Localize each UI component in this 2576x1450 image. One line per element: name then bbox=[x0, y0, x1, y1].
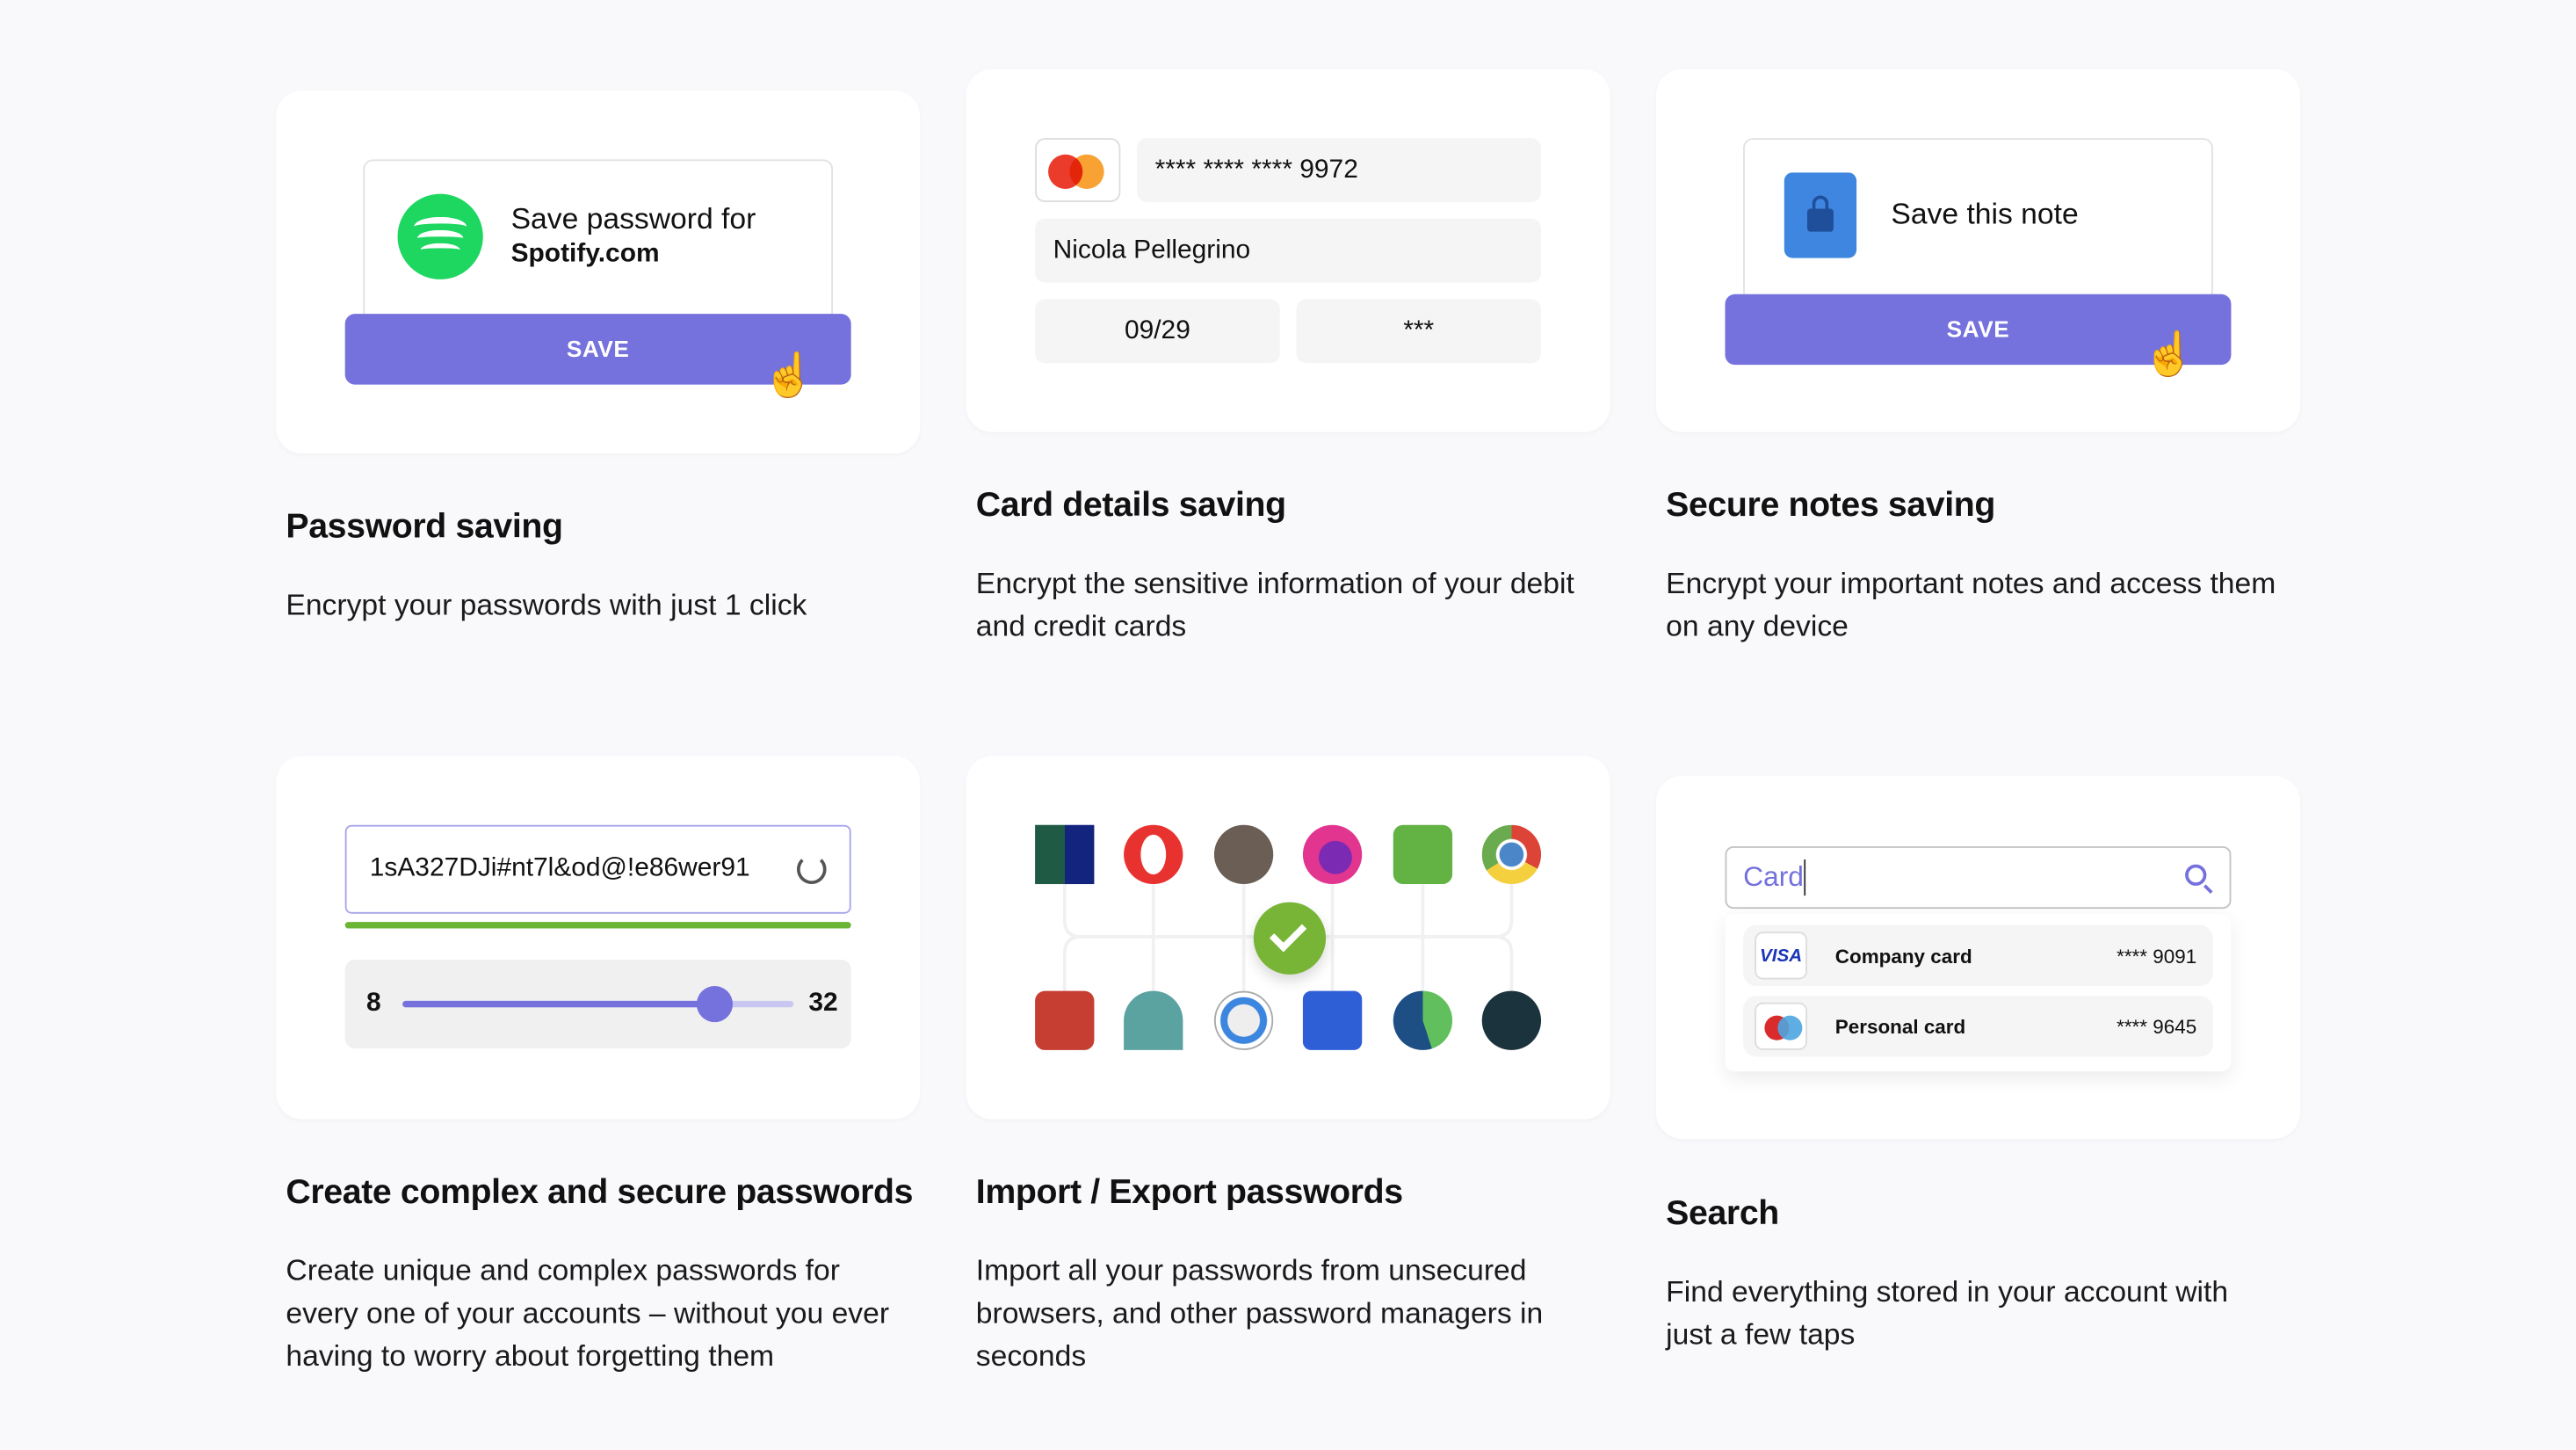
search-input[interactable]: Card bbox=[1725, 846, 2232, 910]
cvv-field[interactable]: *** bbox=[1296, 299, 1542, 364]
search-description: Find everything stored in your account w… bbox=[1666, 1275, 2229, 1352]
mastercard-icon bbox=[1035, 138, 1121, 203]
chrome-icon bbox=[1481, 824, 1542, 885]
edge-icon bbox=[1393, 990, 1453, 1050]
search-icon[interactable] bbox=[2185, 864, 2207, 886]
hand-cursor-icon: ☝ bbox=[762, 350, 816, 400]
notebook-lock-icon bbox=[1784, 172, 1857, 258]
visa-icon: VISA bbox=[1755, 932, 1807, 980]
opera-icon bbox=[1124, 824, 1183, 885]
save-note-popup: Save this note bbox=[1743, 138, 2213, 303]
card-number-field[interactable]: **** **** **** 9972 bbox=[1137, 138, 1542, 203]
generator-description: Create unique and complex passwords for … bbox=[286, 1253, 890, 1373]
cardholder-field[interactable]: Nicola Pellegrino bbox=[1035, 218, 1542, 283]
dashlane-icon bbox=[1035, 824, 1095, 885]
import-export-description: Import all your passwords from unsecured… bbox=[975, 1253, 1544, 1373]
firefox-icon bbox=[1302, 824, 1363, 885]
card-saving-title: Card details saving bbox=[975, 486, 1286, 525]
roboform-icon bbox=[1393, 824, 1453, 885]
import-export-card bbox=[966, 756, 1610, 1120]
notes-saving-description: Encrypt your important notes and access … bbox=[1666, 567, 2276, 643]
length-slider[interactable] bbox=[402, 986, 794, 1023]
card-saving-description: Encrypt the sensitive information of you… bbox=[975, 567, 1574, 643]
save-prompt: Save password for Spotify.com bbox=[510, 202, 756, 268]
length-slider-panel: 8 32 bbox=[344, 960, 851, 1049]
check-icon bbox=[1253, 902, 1327, 975]
1password-icon bbox=[1213, 990, 1274, 1050]
generated-password-field[interactable]: 1sA327DJi#nt7l&od@!e86wer91 bbox=[344, 824, 851, 914]
search-results: VISA Company card **** 9091 Personal car… bbox=[1725, 913, 2232, 1072]
save-password-popup: Save password for Spotify.com bbox=[363, 159, 834, 324]
password-saving-title: Password saving bbox=[286, 507, 563, 546]
secure-notes-card: Save this note SAVE ☝ bbox=[1655, 69, 2300, 432]
dashlane-d-icon bbox=[1481, 990, 1542, 1050]
save-note-prompt: Save this note bbox=[1891, 197, 2079, 230]
notes-saving-title: Secure notes saving bbox=[1666, 486, 1996, 525]
hand-cursor-icon: ☝ bbox=[2142, 329, 2196, 379]
slider-thumb[interactable] bbox=[697, 986, 734, 1023]
regenerate-icon[interactable] bbox=[796, 854, 827, 885]
remembear-icon bbox=[1213, 824, 1274, 885]
card-details-card: **** **** **** 9972 Nicola Pellegrino 09… bbox=[966, 69, 1610, 432]
nordpass-icon bbox=[1124, 990, 1183, 1050]
expiry-field[interactable]: 09/29 bbox=[1035, 299, 1280, 364]
result-company-card[interactable]: VISA Company card **** 9091 bbox=[1743, 924, 2213, 986]
generator-title: Create complex and secure passwords bbox=[286, 1173, 914, 1212]
import-export-title: Import / Export passwords bbox=[975, 1173, 1403, 1212]
password-generator-card: 1sA327DJi#nt7l&od@!e86wer91 8 32 bbox=[276, 756, 921, 1120]
maestro-icon bbox=[1755, 1002, 1807, 1050]
search-card: Card VISA Company card **** 9091 Persona… bbox=[1655, 775, 2300, 1139]
spotify-icon bbox=[397, 193, 483, 279]
password-saving-description: Encrypt your passwords with just 1 click bbox=[286, 588, 807, 621]
lastpass-icon bbox=[1035, 990, 1095, 1050]
password-saving-card: Save password for Spotify.com SAVE ☝ bbox=[276, 90, 921, 454]
result-personal-card[interactable]: Personal card **** 9645 bbox=[1743, 996, 2213, 1057]
search-title: Search bbox=[1666, 1194, 1779, 1233]
bitwarden-icon bbox=[1302, 990, 1363, 1050]
strength-bar bbox=[344, 922, 851, 929]
